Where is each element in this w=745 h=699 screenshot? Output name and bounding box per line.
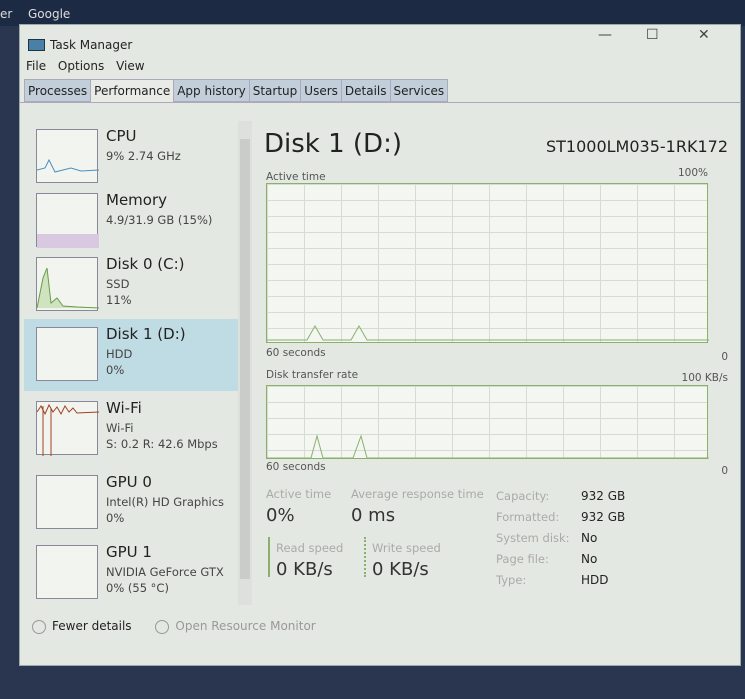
- page-file-label: Page file:: [496, 552, 549, 566]
- item-usage: 0% (55 °C): [106, 581, 169, 595]
- capacity-value: 932 GB: [581, 489, 626, 503]
- scrollbar-thumb[interactable]: [240, 139, 250, 579]
- transfer-rate-max: 100 KB/s: [681, 372, 728, 384]
- item-detail: 4.9/31.9 GB (15%): [106, 213, 213, 227]
- resource-monitor-icon: [155, 619, 170, 634]
- item-usage: 0%: [106, 363, 125, 377]
- transfer-rate-graph: [266, 385, 709, 459]
- item-detail: Intel(R) HD Graphics: [106, 495, 225, 509]
- cpu-thumbnail-graph: [36, 129, 100, 183]
- tab-app-history[interactable]: App history: [173, 79, 250, 102]
- active-time-graph: [266, 183, 709, 343]
- tab-bar: Processes Performance App history Startu…: [20, 79, 740, 103]
- disk1-thumbnail-graph: [36, 327, 98, 381]
- item-name: Memory: [106, 191, 168, 209]
- capacity-label: Capacity:: [496, 489, 550, 503]
- sidebar-item-disk-1[interactable]: Disk 1 (D:) HDD 0%: [24, 319, 238, 391]
- menu-bar: File Options View: [20, 59, 740, 79]
- graph2-min: 0: [721, 465, 728, 477]
- tab-startup[interactable]: Startup: [248, 79, 302, 102]
- system-disk-label: System disk:: [496, 531, 570, 545]
- page-file-value: No: [581, 552, 598, 566]
- menu-view[interactable]: View: [116, 59, 144, 73]
- task-manager-window: Task Manager — ☐ ✕ File Options View Pro…: [19, 24, 741, 666]
- write-speed-label: Write speed: [372, 541, 441, 555]
- tab-performance[interactable]: Performance: [90, 79, 175, 102]
- graph1-time-label: 60 seconds: [266, 347, 326, 359]
- read-speed-indicator: [268, 537, 270, 577]
- item-name: GPU 0: [106, 473, 152, 491]
- task-manager-icon: [28, 39, 45, 51]
- resource-list: CPU 9% 2.74 GHz Memory 4.9/31.9 GB (15%)…: [24, 121, 238, 605]
- graph1-min: 0: [721, 351, 728, 363]
- page-title: Disk 1 (D:): [264, 129, 402, 159]
- taskbar-item[interactable]: er: [0, 7, 12, 21]
- sidebar-item-gpu-1[interactable]: GPU 1 NVIDIA GeForce GTX 0% (55 °C): [24, 537, 238, 605]
- disk-model: ST1000LM035-1RK172: [545, 137, 728, 156]
- tab-processes[interactable]: Processes: [24, 79, 92, 102]
- maximize-button[interactable]: ☐: [646, 27, 659, 43]
- disk0-thumbnail-graph: [36, 257, 100, 311]
- wifi-thumbnail-graph: [36, 401, 100, 456]
- item-name: Disk 0 (C:): [106, 255, 185, 273]
- item-name: Disk 1 (D:): [106, 325, 186, 343]
- close-button[interactable]: ✕: [698, 27, 710, 43]
- tab-details[interactable]: Details: [340, 79, 391, 102]
- sidebar-scrollbar[interactable]: [238, 121, 252, 605]
- write-speed-value: 0 KB/s: [372, 559, 429, 580]
- memory-thumbnail-graph: [36, 193, 99, 248]
- title-bar: Task Manager — ☐ ✕: [20, 25, 740, 59]
- type-value: HDD: [581, 573, 609, 587]
- item-detail: HDD: [106, 347, 133, 361]
- active-time-label: Active time: [266, 171, 326, 183]
- item-name: Wi-Fi: [106, 399, 142, 417]
- type-label: Type:: [496, 573, 527, 587]
- sidebar-item-disk-0[interactable]: Disk 0 (C:) SSD 11%: [24, 249, 238, 321]
- formatted-value: 932 GB: [581, 510, 626, 524]
- fewer-details-label: Fewer details: [52, 619, 132, 633]
- sidebar-item-gpu-0[interactable]: GPU 0 Intel(R) HD Graphics 0%: [24, 467, 238, 539]
- response-time-label: Average response time: [351, 487, 484, 501]
- menu-options[interactable]: Options: [58, 59, 104, 73]
- tab-services[interactable]: Services: [389, 79, 449, 102]
- item-detail: NVIDIA GeForce GTX: [106, 565, 224, 579]
- system-disk-value: No: [581, 531, 598, 545]
- item-name: CPU: [106, 127, 137, 145]
- disk-detail-panel: Disk 1 (D:) ST1000LM035-1RK172 Active ti…: [256, 121, 736, 621]
- active-time-value: 0%: [266, 505, 295, 526]
- active-time-max: 100%: [677, 167, 708, 179]
- item-detail: 9% 2.74 GHz: [106, 149, 181, 163]
- gpu1-thumbnail-graph: [36, 545, 98, 599]
- sidebar-item-memory[interactable]: Memory 4.9/31.9 GB (15%): [24, 185, 238, 257]
- window-title: Task Manager: [50, 38, 133, 52]
- tab-users[interactable]: Users: [300, 79, 342, 102]
- sidebar-item-wifi[interactable]: Wi-Fi Wi-Fi S: 0.2 R: 42.6 Mbps: [24, 393, 238, 465]
- read-speed-value: 0 KB/s: [276, 559, 333, 580]
- open-resource-monitor-link[interactable]: Open Resource Monitor: [155, 619, 316, 634]
- active-time-stat-label: Active time: [266, 487, 332, 501]
- item-usage: 0%: [106, 511, 125, 525]
- gpu0-thumbnail-graph: [36, 475, 98, 529]
- read-speed-label: Read speed: [276, 541, 344, 555]
- taskbar: er Google: [0, 0, 745, 26]
- resource-monitor-label: Open Resource Monitor: [175, 619, 316, 633]
- taskbar-google[interactable]: Google: [28, 7, 70, 21]
- item-name: GPU 1: [106, 543, 152, 561]
- transfer-rate-label: Disk transfer rate: [266, 369, 359, 381]
- item-usage: S: 0.2 R: 42.6 Mbps: [106, 437, 218, 451]
- fewer-details-button[interactable]: Fewer details: [32, 619, 132, 634]
- graph2-time-label: 60 seconds: [266, 461, 326, 473]
- footer: Fewer details Open Resource Monitor: [32, 619, 316, 634]
- write-speed-indicator: [364, 537, 366, 577]
- response-time-value: 0 ms: [351, 505, 396, 526]
- formatted-label: Formatted:: [496, 510, 560, 524]
- item-usage: 11%: [106, 293, 132, 307]
- item-detail: Wi-Fi: [106, 421, 134, 435]
- minimize-button[interactable]: —: [598, 27, 612, 43]
- item-detail: SSD: [106, 277, 130, 291]
- chevron-up-icon: [32, 619, 46, 634]
- sidebar-item-cpu[interactable]: CPU 9% 2.74 GHz: [24, 121, 238, 193]
- menu-file[interactable]: File: [26, 59, 46, 73]
